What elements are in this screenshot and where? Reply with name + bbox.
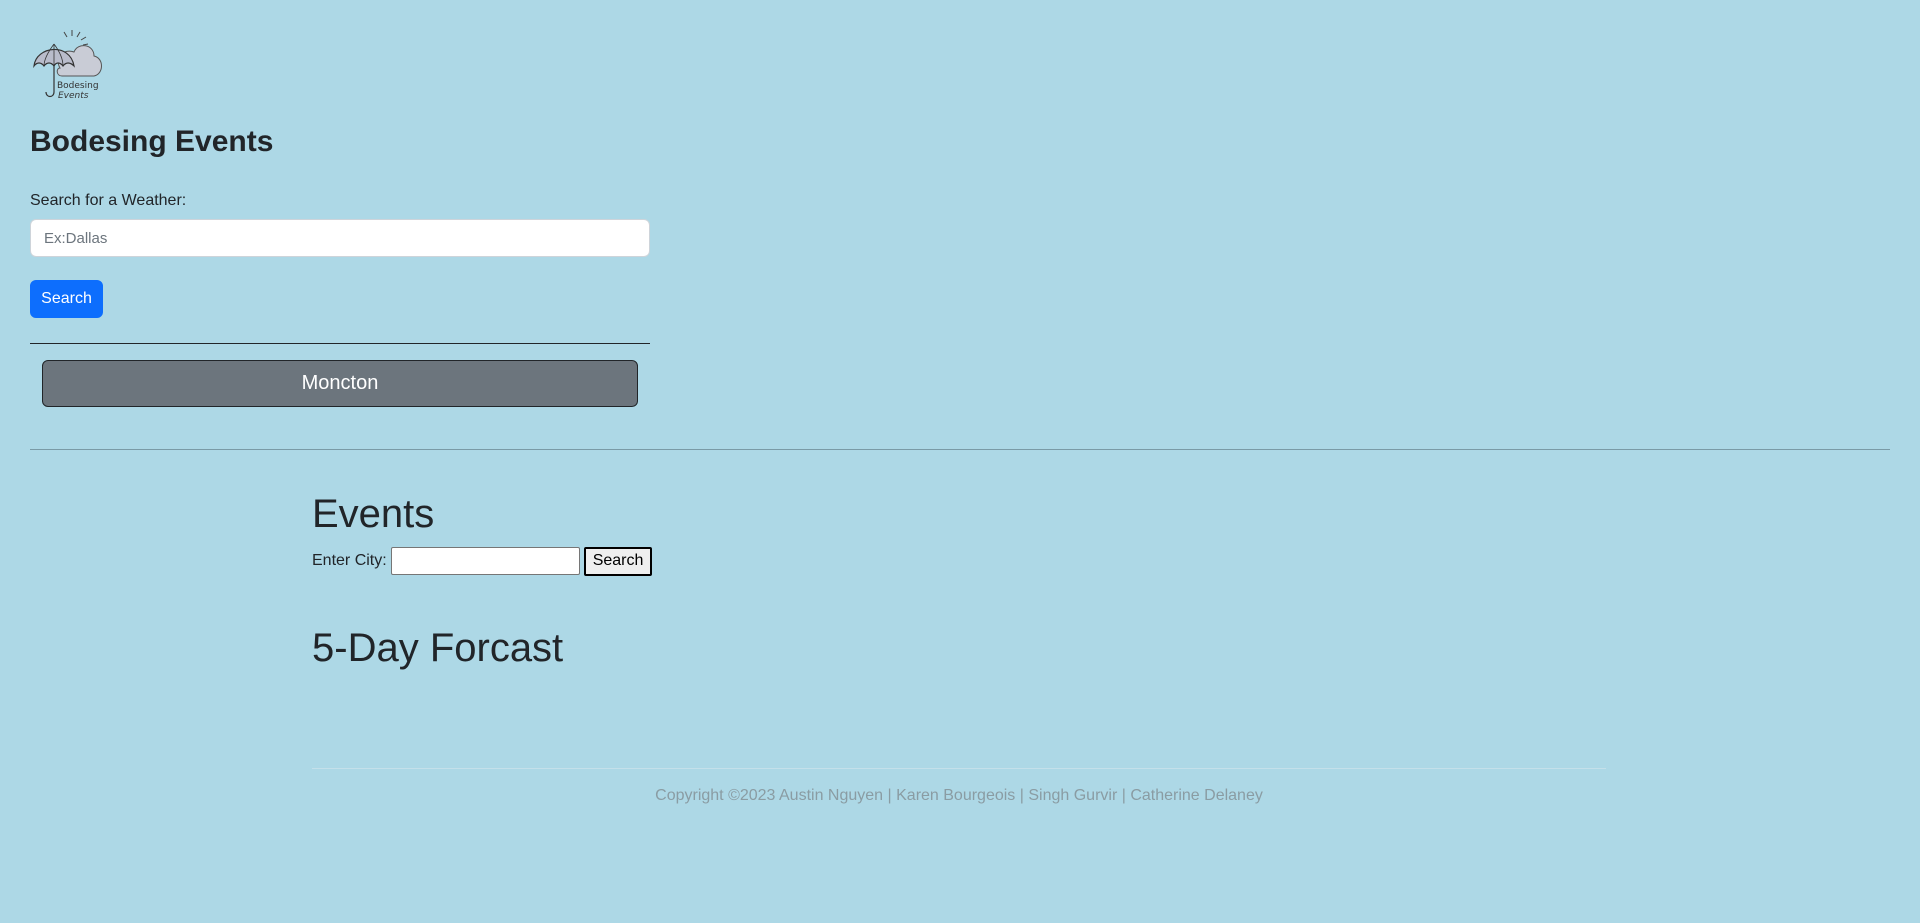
city-label: Enter City:: [312, 552, 387, 569]
events-heading: Events: [312, 492, 435, 536]
history-city-button[interactable]: Moncton: [42, 360, 638, 407]
weather-search-label: Search for a Weather:: [30, 192, 187, 209]
svg-text:Events: Events: [58, 91, 89, 101]
weather-search-input[interactable]: [30, 219, 650, 257]
events-search-button[interactable]: Search: [583, 546, 653, 576]
weather-search-button[interactable]: Search: [30, 280, 103, 318]
search-divider: [30, 343, 650, 344]
svg-text:Bodesing: Bodesing: [57, 81, 99, 91]
forecast-heading: 5-Day Forcast: [312, 626, 564, 670]
page: Bodesing Events Bodesing Events Search f…: [0, 0, 1920, 923]
section-divider: [30, 449, 1890, 450]
events-city-search: Enter City: Search: [312, 546, 653, 576]
footer-copyright: Copyright ©2023 Austin Nguyen | Karen Bo…: [655, 787, 1263, 804]
page-title: Bodesing Events: [30, 125, 274, 158]
city-input[interactable]: [390, 547, 580, 575]
footer-divider: [312, 768, 1606, 769]
umbrella-cloud-logo: Bodesing Events: [33, 30, 102, 101]
